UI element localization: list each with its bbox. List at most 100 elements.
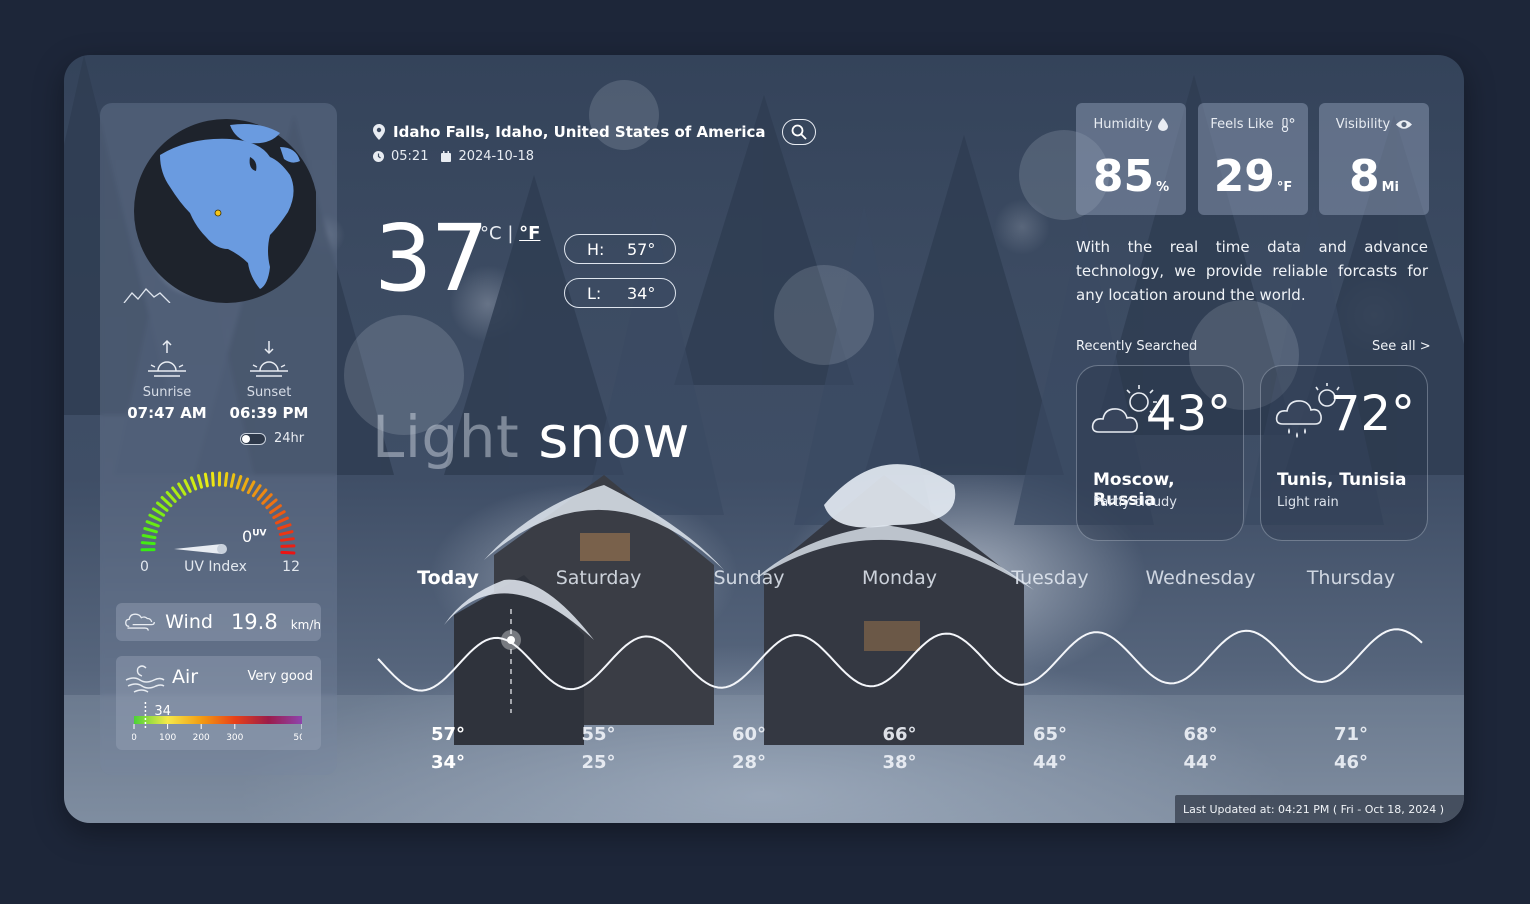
feels-like-value: 29 °F (1198, 151, 1308, 202)
visibility-title-row: Visibility (1319, 117, 1429, 132)
today-marker-dot (507, 636, 515, 644)
air-status: Very good (247, 669, 313, 684)
forecast-days: Today Saturday Sunday Monday Tuesday Wednesda… (394, 567, 1434, 591)
air-tick-label: 300 (226, 733, 243, 743)
uv-scale-tick (229, 473, 236, 488)
air-tick-label: 0 (132, 733, 137, 743)
day-high: 66° (882, 724, 917, 745)
low-temp-pill: L: 34° (564, 278, 676, 308)
sunrise-block: Sunrise 07:47 AM (112, 339, 222, 422)
uv-gauge (140, 471, 296, 555)
uv-max: 12 (282, 559, 300, 575)
uv-needle-hub (217, 544, 227, 554)
search-icon (791, 124, 807, 140)
search-button[interactable] (781, 119, 816, 145)
wind-icon (125, 613, 155, 631)
day-tab-3[interactable]: Monday (862, 567, 937, 589)
humidity-value: 85% (1076, 151, 1186, 202)
day-low: 38° (882, 752, 917, 773)
see-all-link[interactable]: See all > (1372, 339, 1431, 354)
day-temps: 55° 25° (581, 721, 615, 777)
city-temp: 43° (1145, 386, 1231, 442)
eye-icon (1396, 120, 1413, 129)
local-time: 05:21 (391, 149, 429, 164)
high-value: 57° (627, 239, 656, 259)
uv-scale-tick (269, 504, 282, 514)
day-high: 71° (1333, 724, 1369, 745)
humidity-title-row: Humidity (1076, 117, 1186, 132)
uv-scale-tick (203, 472, 209, 488)
sunrise-icon (148, 339, 186, 377)
day-low: 34° (430, 752, 466, 773)
humidity-unit: % (1156, 180, 1170, 195)
wind-value: 19.8 (230, 610, 278, 634)
last-updated: Last Updated at: 04:21 PM ( Fri - Oct 18… (1175, 795, 1464, 823)
day-tab-0[interactable]: Today (417, 567, 479, 589)
uv-label: UV Index (184, 559, 247, 575)
low-value: 34° (627, 283, 656, 303)
uv-scale-tick (190, 476, 198, 491)
uv-scale-tick (183, 479, 192, 493)
date-row: 05:21 2024-10-18 (373, 149, 534, 164)
air-quality-scale: 34 0 100 200 300 500 (132, 702, 302, 743)
humidity-number: 85 (1092, 151, 1155, 202)
wind-unit: km/h (290, 618, 321, 632)
thermometer-icon (1281, 117, 1294, 132)
uv-scale-tick (246, 480, 256, 495)
feels-like-title-row: Feels Like (1198, 117, 1308, 132)
toggle-knob (242, 434, 250, 443)
day-high: 57° (430, 724, 466, 745)
uv-scale-tick (165, 491, 177, 503)
info-blurb: With the real time data and advance tech… (1076, 238, 1428, 304)
calendar-icon (441, 151, 452, 162)
unit-fahrenheit[interactable]: °F (519, 223, 540, 244)
recent-city-card[interactable]: 43° Moscow, Russia Partly cloudy (1076, 365, 1244, 541)
uv-scale-tick (272, 510, 286, 520)
location-pin-icon (373, 124, 385, 140)
day-temps: 68° 44° (1183, 721, 1217, 777)
day-tab-5[interactable]: Wednesday (1145, 567, 1255, 589)
day-low: 28° (731, 752, 767, 773)
weather-app: Sunrise 07:47 AM Sunset 06:39 PM 24hr 0U… (64, 55, 1464, 823)
location-row: Idaho Falls, Idaho, United States of Ame… (373, 119, 816, 145)
globe-map[interactable] (120, 117, 316, 303)
temperature-wave-graph (377, 609, 1423, 713)
uv-scale-tick (280, 550, 296, 555)
day-high: 55° (581, 724, 616, 745)
unit-celsius[interactable]: °C (480, 223, 502, 244)
water-drop-icon (1158, 118, 1169, 131)
city-name: Tunis, Tunisia (1277, 470, 1407, 490)
air-ticks: 0 100 200 300 500 (132, 724, 302, 743)
day-high: 65° (1032, 724, 1068, 745)
uv-scale-tick (265, 498, 278, 510)
day-temps: 57° 34° (431, 721, 465, 777)
visibility-unit: Mi (1381, 180, 1400, 195)
low-label: L: (587, 283, 602, 303)
wind-card: Wind 19.8 km/h (116, 603, 321, 641)
clock-icon (373, 151, 384, 162)
unit-separator: | (507, 223, 514, 244)
temperature-wave-line (377, 628, 1423, 692)
feels-like-number: 29 (1213, 151, 1275, 202)
uv-scale-tick (279, 537, 295, 542)
day-tab-2[interactable]: Sunday (713, 567, 784, 589)
uv-scale-tick (171, 486, 182, 500)
uv-scale-tick (211, 471, 215, 487)
sunrise-time: 07:47 AM (127, 404, 207, 422)
left-panel: Sunrise 07:47 AM Sunset 06:39 PM 24hr 0U… (100, 103, 337, 775)
uv-min: 0 (140, 559, 149, 575)
time-format-toggle-row: 24hr (240, 431, 304, 446)
24hr-toggle[interactable] (240, 432, 266, 445)
air-tick-label: 500 (293, 733, 302, 743)
uv-needle (174, 544, 222, 554)
day-tab-6[interactable]: Thursday (1307, 567, 1395, 589)
day-high: 68° (1183, 724, 1218, 745)
day-temps: 60° 28° (732, 721, 766, 777)
day-tab-4[interactable]: Tuesday (1011, 567, 1088, 589)
air-value: 34 (154, 704, 171, 719)
day-temps: 71° 46° (1334, 721, 1368, 777)
day-tab-1[interactable]: Saturday (556, 567, 642, 589)
uv-labels: 0 UV Index 12 (140, 559, 300, 575)
humidity-title: Humidity (1093, 117, 1153, 132)
recent-city-card[interactable]: 72° Tunis, Tunisia Light rain (1260, 365, 1428, 541)
